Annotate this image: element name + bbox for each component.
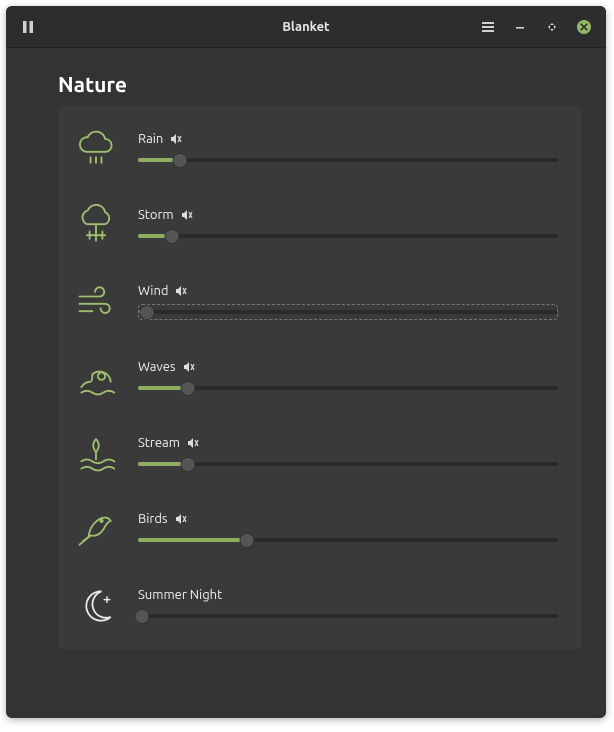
menu-button[interactable] — [474, 13, 502, 41]
sound-label: Storm — [138, 208, 174, 222]
sound-label: Wind — [138, 284, 168, 298]
moon-icon — [72, 582, 120, 630]
stream-icon — [72, 430, 120, 478]
volume-slider-waves[interactable] — [138, 380, 558, 396]
sounds-panel: Rain — [58, 106, 582, 650]
minimize-button[interactable] — [506, 13, 534, 41]
sound-label: Waves — [138, 360, 176, 374]
sound-row-wind: Wind — [72, 264, 558, 340]
rain-icon — [72, 126, 120, 174]
volume-icon — [169, 132, 183, 146]
sound-row-night: Summer Night — [72, 568, 558, 644]
play-pause-button[interactable] — [14, 13, 42, 41]
volume-icon — [174, 284, 188, 298]
sound-label: Summer Night — [138, 588, 222, 602]
storm-icon — [72, 202, 120, 250]
volume-slider-birds[interactable] — [138, 532, 558, 548]
volume-slider-stream[interactable] — [138, 456, 558, 472]
volume-slider-rain[interactable] — [138, 152, 558, 168]
maximize-button[interactable] — [538, 13, 566, 41]
sound-label: Rain — [138, 132, 163, 146]
wind-icon — [72, 278, 120, 326]
volume-icon — [182, 360, 196, 374]
birds-icon — [72, 506, 120, 554]
header-bar: Blanket — [6, 6, 606, 48]
volume-slider-storm[interactable] — [138, 228, 558, 244]
sound-label: Birds — [138, 512, 168, 526]
window-title: Blanket — [154, 20, 458, 34]
app-window: Blanket Nature — [6, 6, 606, 718]
content-area[interactable]: Nature Rain — [6, 48, 606, 718]
volume-icon — [174, 512, 188, 526]
sound-row-rain: Rain — [72, 112, 558, 188]
close-button[interactable] — [570, 13, 598, 41]
sound-row-waves: Waves — [72, 340, 558, 416]
volume-icon — [186, 436, 200, 450]
sound-row-stream: Stream — [72, 416, 558, 492]
sound-row-birds: Birds — [72, 492, 558, 568]
volume-icon — [180, 208, 194, 222]
sound-label: Stream — [138, 436, 180, 450]
section-title: Nature — [6, 48, 606, 106]
sound-row-storm: Storm — [72, 188, 558, 264]
waves-icon — [72, 354, 120, 402]
volume-slider-wind[interactable] — [138, 304, 558, 320]
volume-slider-night[interactable] — [138, 608, 558, 624]
